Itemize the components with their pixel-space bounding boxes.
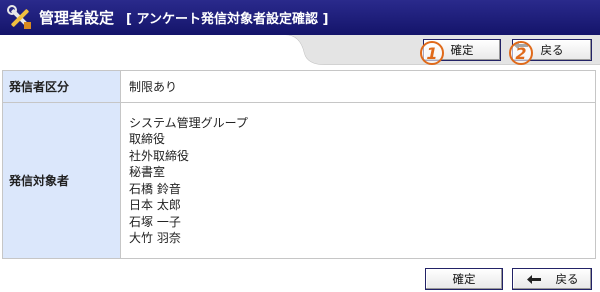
sender-category-label: 発信者区分: [2, 70, 121, 103]
page-subtitle: [ アンケート発信対象者設定確認 ]: [126, 12, 329, 27]
confirm-button-label: 確定: [452, 272, 476, 286]
list-item: 石塚 一子: [129, 214, 181, 229]
confirm-button-bottom[interactable]: 確定: [425, 268, 503, 290]
recipients-list: システム管理グループ 取締役 社外取締役 秘書室 石橋 鈴音 日本 太郎 石塚 …: [129, 115, 595, 247]
list-item: システム管理グループ: [129, 115, 248, 130]
back-button-label: 戻る: [540, 43, 564, 57]
list-item: 石橋 鈴音: [129, 181, 181, 196]
list-item: 取締役: [129, 132, 166, 146]
table-row: 発信者区分 制限あり: [2, 70, 596, 103]
annotation-marker-1: 1: [420, 41, 444, 65]
list-item: 社外取締役: [129, 148, 190, 163]
list-item: 大竹 羽奈: [129, 231, 181, 245]
list-item: 秘書室: [129, 165, 166, 179]
table-row: 発信対象者 システム管理グループ 取締役 社外取締役 秘書室 石橋 鈴音 日本 …: [2, 102, 596, 259]
annotation-marker-2: 2: [509, 41, 533, 65]
confirm-button-label: 確定: [450, 43, 474, 57]
recipients-label: 発信対象者: [2, 102, 121, 259]
sender-category-value: 制限あり: [120, 70, 596, 103]
tab-strip: 確定 戻る 1 2: [0, 35, 600, 65]
details-table: 発信者区分 制限あり 発信対象者 システム管理グループ 取締役 社外取締役 秘書…: [2, 70, 596, 259]
back-arrow-icon: [526, 274, 541, 284]
marker-1-label: 1: [426, 43, 438, 63]
page-title: 管理者設定: [39, 9, 115, 27]
marker-2-label: 2: [515, 43, 527, 63]
back-button-bottom[interactable]: 戻る: [512, 268, 592, 290]
recipients-cell: システム管理グループ 取締役 社外取締役 秘書室 石橋 鈴音 日本 太郎 石塚 …: [120, 102, 596, 259]
list-item: 日本 太郎: [129, 198, 181, 212]
back-button-label: 戻る: [555, 272, 579, 286]
tools-icon: [5, 3, 35, 33]
title-bar: 管理者設定 [ アンケート発信対象者設定確認 ]: [0, 0, 600, 35]
